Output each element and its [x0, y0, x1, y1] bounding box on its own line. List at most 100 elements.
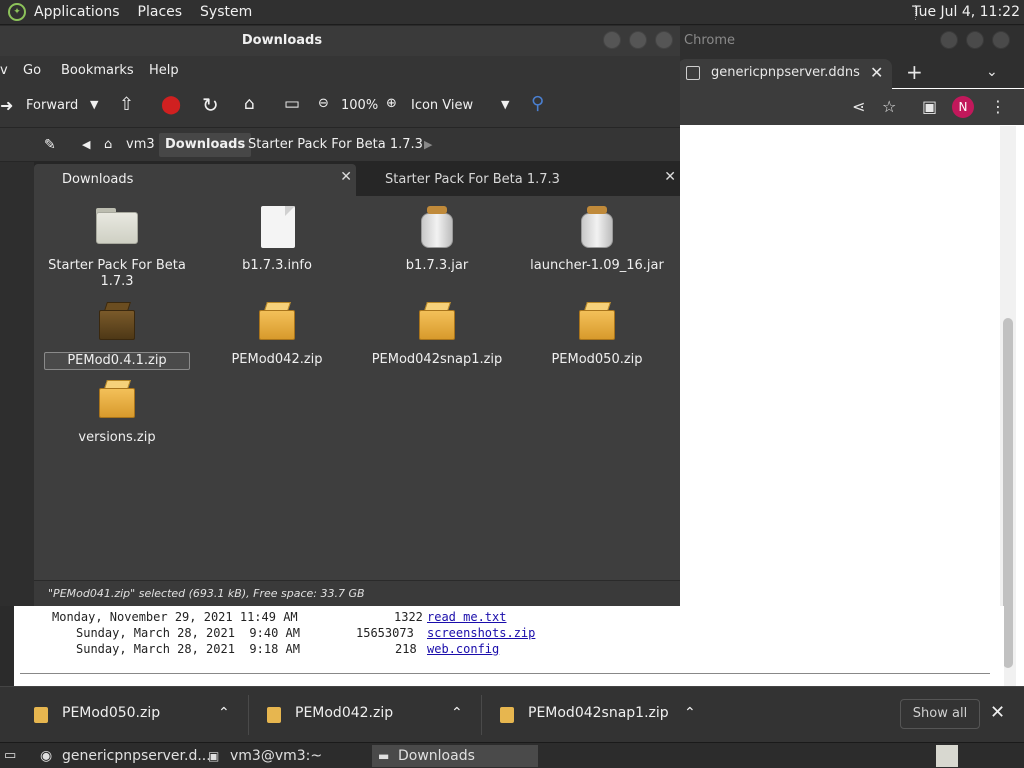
scrollbar-thumb[interactable] [1003, 318, 1013, 668]
stop-icon[interactable]: ⬤ [161, 94, 181, 115]
close-tab-icon[interactable]: ✕ [340, 169, 352, 185]
side-panel-icon[interactable]: ▣ [922, 97, 937, 116]
listing-date: Sunday, March 28, 2021 9:40 AM [76, 626, 300, 640]
folder-icon: ▬ [378, 749, 390, 763]
profile-avatar[interactable]: N [952, 96, 974, 118]
tab-downloads[interactable]: Downloads ✕ [34, 164, 356, 196]
more-menu-icon[interactable]: ⋮ [990, 97, 1006, 116]
breadcrumb-vm3[interactable]: vm3 [120, 133, 161, 157]
listing-date: Sunday, March 28, 2021 9:18 AM [76, 642, 300, 656]
file-item[interactable]: b1.7.3.info [202, 206, 352, 274]
tab-starter-pack[interactable]: Starter Pack For Beta 1.7.3 ✕ [357, 166, 680, 196]
download-item[interactable]: PEMod042snap1.zip ⌃ [500, 687, 710, 743]
share-icon[interactable]: ⋖ [852, 97, 865, 116]
menu-system[interactable]: System [200, 4, 252, 20]
file-item-selected[interactable]: PEMod0.4.1.zip [42, 300, 192, 370]
new-tab-icon[interactable]: + [906, 60, 923, 84]
clock[interactable]: Tue Jul 4, 11:22 [912, 4, 1020, 20]
breadcrumb-right-arrow-icon[interactable]: ▶ [418, 133, 438, 157]
forward-dropdown-icon[interactable]: ▼ [90, 98, 98, 111]
view-mode-select[interactable]: Icon View [411, 98, 473, 113]
minimize-button[interactable] [940, 31, 958, 49]
close-shelf-icon[interactable]: ✕ [990, 702, 1005, 723]
breadcrumb-left-arrow-icon[interactable]: ◀ [76, 133, 96, 157]
listing-size: 1322 [394, 610, 423, 624]
file-item[interactable]: launcher-1.09_16.jar [522, 206, 672, 274]
zip-file-icon [500, 707, 514, 723]
menu-bookmarks[interactable]: Bookmarks [61, 63, 134, 78]
file-item[interactable]: PEMod042.zip [202, 300, 352, 368]
rename-field[interactable]: PEMod0.4.1.zip [44, 352, 190, 370]
minimize-button[interactable] [603, 31, 621, 49]
menubar: v Go Bookmarks Help [0, 56, 680, 86]
chevron-up-icon[interactable]: ⌃ [218, 705, 230, 721]
sidebar-strip [0, 162, 34, 606]
listing-link[interactable]: read me.txt [427, 610, 506, 624]
download-name: PEMod042snap1.zip [528, 705, 669, 721]
search-icon[interactable]: ⚲ [531, 93, 544, 114]
listing-link[interactable]: web.config [427, 642, 499, 656]
edit-location-icon[interactable]: ✎ [38, 133, 62, 157]
file-item[interactable]: Starter Pack For Beta 1.7.3 [42, 206, 192, 290]
task-chrome[interactable]: genericpnpserver.d... [62, 745, 211, 767]
show-all-button[interactable]: Show all [900, 699, 980, 729]
zip-icon [95, 378, 139, 422]
download-item[interactable]: PEMod042.zip ⌃ [267, 687, 482, 743]
menu-go[interactable]: Go [23, 63, 41, 78]
zip-file-icon [34, 707, 48, 723]
view-mode-dropdown-icon[interactable]: ▼ [501, 98, 509, 111]
close-tab-icon[interactable]: ✕ [870, 63, 883, 82]
breadcrumb-downloads[interactable]: Downloads [159, 133, 252, 157]
listing-divider [20, 673, 990, 674]
tab-label: Downloads [62, 172, 134, 187]
terminal-icon: ▣ [208, 749, 220, 763]
listing-size: 218 [395, 642, 417, 656]
file-item[interactable]: PEMod042snap1.zip [362, 300, 512, 368]
download-name: PEMod042.zip [295, 705, 394, 721]
up-arrow-icon[interactable]: ⇧ [119, 94, 134, 115]
home-icon[interactable]: ⌂ [244, 94, 255, 114]
maximize-button[interactable] [629, 31, 647, 49]
maximize-button[interactable] [966, 31, 984, 49]
zip-icon [95, 300, 139, 344]
taskbar: ▭ ◉ genericpnpserver.d... ▣ vm3@vm3:~ Do… [0, 742, 1024, 768]
distro-logo-icon[interactable]: ✦ [8, 3, 26, 21]
download-item[interactable]: PEMod050.zip ⌃ [34, 687, 249, 743]
forward-button[interactable]: Forward [26, 98, 78, 113]
close-button[interactable] [992, 31, 1010, 49]
zoom-in-icon[interactable]: ⊕ [386, 96, 397, 111]
show-desktop-icon[interactable]: ▭ [4, 745, 16, 767]
menu-places[interactable]: Places [138, 4, 183, 20]
file-item[interactable]: PEMod050.zip [522, 300, 672, 368]
chrome-logo-icon: ◉ [40, 748, 53, 764]
reload-icon[interactable]: ↻ [202, 93, 219, 117]
tab-label: Starter Pack For Beta 1.7.3 [385, 172, 560, 187]
chevron-up-icon[interactable]: ⌃ [451, 705, 463, 721]
chevron-up-icon[interactable]: ⌃ [684, 705, 696, 721]
file-name: versions.zip [78, 430, 156, 445]
zoom-out-icon[interactable]: ⊖ [318, 96, 329, 111]
menu-applications[interactable]: Applications [34, 4, 120, 20]
icon-view[interactable]: Starter Pack For Beta 1.7.3 b1.7.3.info … [34, 196, 680, 580]
file-item[interactable]: versions.zip [42, 378, 192, 446]
forward-arrow-icon[interactable]: ➜ [0, 96, 13, 115]
breadcrumb-starter-pack[interactable]: Starter Pack For Beta 1.7.3 [242, 133, 429, 157]
computer-icon[interactable]: ▭ [284, 94, 300, 114]
close-button[interactable] [655, 31, 673, 49]
listing-link[interactable]: screenshots.zip [427, 626, 535, 640]
file-name: launcher-1.09_16.jar [530, 258, 664, 273]
listing-row: Sunday, March 28, 2021 9:40 AM [76, 626, 300, 640]
menu-help[interactable]: Help [149, 63, 179, 78]
document-icon [255, 206, 299, 250]
divider [248, 695, 249, 735]
workspace-switcher[interactable] [936, 745, 958, 767]
menu-edit-partial[interactable]: v [0, 63, 8, 78]
chrome-window-title: Chrome [684, 33, 735, 48]
close-tab-icon[interactable]: ✕ [664, 169, 676, 185]
jar-icon [575, 206, 619, 250]
task-downloads[interactable]: Downloads [372, 745, 538, 767]
tab-search-chevron-icon[interactable]: ⌄ [986, 64, 998, 80]
task-terminal[interactable]: vm3@vm3:~ [230, 745, 322, 767]
bookmark-star-icon[interactable]: ☆ [882, 97, 896, 116]
file-item[interactable]: b1.7.3.jar [362, 206, 512, 274]
